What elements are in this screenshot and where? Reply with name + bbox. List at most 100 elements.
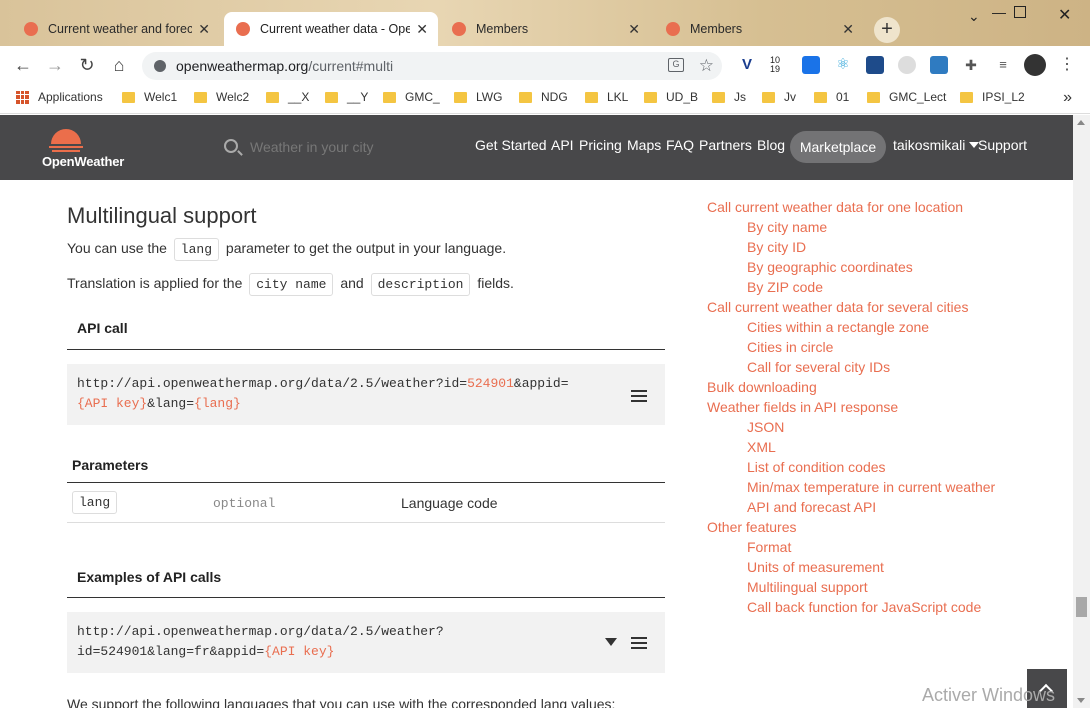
bookmark-folder[interactable]: Welc2 — [194, 90, 249, 104]
bookmark-folder[interactable]: GMC_Lect — [867, 90, 946, 104]
more-bookmarks-icon[interactable]: » — [1063, 89, 1072, 107]
nav-get-started[interactable]: Get Started — [475, 137, 547, 153]
scroll-up-icon[interactable] — [1077, 120, 1085, 125]
bookmark-folder[interactable]: 01 — [814, 90, 849, 104]
openweather-favicon-icon — [24, 22, 38, 36]
browser-tab[interactable]: Current weather and forecast ✕ — [12, 12, 220, 46]
parameters-heading: Parameters — [72, 457, 149, 473]
page-scrollbar[interactable] — [1073, 115, 1090, 708]
nav-api[interactable]: API — [551, 137, 574, 153]
bookmark-folder[interactable]: Js — [712, 90, 746, 104]
folder-icon — [960, 91, 973, 103]
url-text: openweathermap.org/current#multi — [176, 58, 394, 74]
folder-icon — [519, 91, 532, 103]
toc-link[interactable]: Cities within a rectangle zone — [707, 317, 995, 337]
nav-support[interactable]: Support — [978, 137, 1027, 153]
menu-lines-icon[interactable] — [631, 637, 647, 652]
toc-link[interactable]: Format — [707, 537, 995, 557]
toc-link[interactable]: JSON — [707, 417, 995, 437]
bookmark-star-icon[interactable]: ☆ — [699, 56, 714, 76]
back-arrow-icon[interactable]: ← — [12, 54, 34, 76]
profile-avatar[interactable] — [1024, 54, 1046, 76]
close-window-button[interactable]: ✕ — [1058, 5, 1071, 25]
translate-icon[interactable]: G — [668, 58, 684, 72]
toc-link[interactable]: API and forecast API — [707, 497, 995, 517]
bookmark-folder[interactable]: LKL — [585, 90, 628, 104]
toc-link[interactable]: By ZIP code — [707, 277, 995, 297]
toc-link[interactable]: Weather fields in API response — [707, 397, 995, 417]
extension-icon[interactable] — [866, 56, 884, 74]
puzzle-extensions-icon[interactable]: ✚ — [962, 56, 980, 74]
toc-link[interactable]: By geographic coordinates — [707, 257, 995, 277]
scroll-down-icon[interactable] — [1077, 698, 1085, 703]
close-tab-icon[interactable]: ✕ — [628, 21, 640, 38]
toc-link[interactable]: Units of measurement — [707, 557, 995, 577]
address-bar[interactable]: openweathermap.org/current#multi G ☆ — [142, 52, 722, 80]
openweather-logo[interactable]: OpenWeather — [42, 129, 138, 169]
extension-icon[interactable] — [930, 56, 948, 74]
nav-partners[interactable]: Partners — [699, 137, 752, 153]
marketplace-button[interactable]: Marketplace — [790, 131, 886, 163]
reading-list-icon[interactable]: ≡ — [994, 56, 1012, 74]
folder-icon — [194, 91, 207, 103]
browser-menu-icon[interactable]: ⋮ — [1058, 56, 1076, 74]
bookmark-folder[interactable]: UD_B — [644, 90, 698, 104]
toc-link[interactable]: Call for several city IDs — [707, 357, 995, 377]
reload-icon[interactable]: ↻ — [76, 54, 98, 76]
browser-tab-active[interactable]: Current weather data - OpenWeatherMap ✕ — [224, 12, 438, 46]
bookmark-folder[interactable]: NDG — [519, 90, 568, 104]
toc-link[interactable]: XML — [707, 437, 995, 457]
divider — [67, 522, 665, 523]
toc-link[interactable]: Cities in circle — [707, 337, 995, 357]
extension-icon[interactable] — [898, 56, 916, 74]
folder-icon — [814, 91, 827, 103]
bookmark-folder[interactable]: LWG — [454, 90, 502, 104]
expand-triangle-icon[interactable] — [605, 638, 617, 646]
bookmark-folder[interactable]: __Y — [325, 90, 368, 104]
new-tab-button[interactable]: + — [874, 17, 900, 43]
toc-link[interactable]: Multilingual support — [707, 577, 995, 597]
browser-tab[interactable]: Members ✕ — [654, 12, 864, 46]
minimize-button[interactable]: — — [992, 4, 1006, 20]
browser-toolbar: ← → ↻ ⌂ openweathermap.org/current#multi… — [0, 46, 1090, 84]
bookmark-folder[interactable]: Welc1 — [122, 90, 177, 104]
close-tab-icon[interactable]: ✕ — [416, 21, 428, 38]
nav-pricing[interactable]: Pricing — [579, 137, 622, 153]
toc-link[interactable]: Bulk downloading — [707, 377, 995, 397]
close-tab-icon[interactable]: ✕ — [198, 21, 210, 38]
browser-tab[interactable]: Members ✕ — [440, 12, 650, 46]
toc-link[interactable]: By city name — [707, 217, 995, 237]
extension-icon[interactable] — [802, 56, 820, 74]
bookmark-folder[interactable]: GMC_ — [383, 90, 440, 104]
tab-title: Members — [690, 22, 743, 36]
react-devtools-icon[interactable]: ⚛ — [834, 56, 852, 74]
maximize-button[interactable] — [1014, 6, 1026, 18]
home-icon[interactable]: ⌂ — [108, 54, 130, 76]
toc-link[interactable]: Call back function for JavaScript code — [707, 597, 995, 617]
toc-link[interactable]: Other features — [707, 517, 995, 537]
param-required: optional — [213, 496, 276, 511]
toc-link[interactable]: Call current weather data for several ci… — [707, 297, 995, 317]
toc-link[interactable]: Call current weather data for one locati… — [707, 197, 995, 217]
inline-code: city name — [249, 273, 334, 296]
examples-heading: Examples of API calls — [77, 569, 222, 585]
forward-arrow-icon[interactable]: → — [44, 54, 66, 76]
bookmark-folder[interactable]: __X — [266, 90, 309, 104]
city-search-input[interactable] — [250, 137, 450, 157]
calendar-extension-icon[interactable]: 10 19 — [766, 56, 784, 74]
tab-search-icon[interactable]: ⌄ — [968, 8, 980, 25]
toc-link[interactable]: Min/max temperature in current weather — [707, 477, 995, 497]
nav-faq[interactable]: FAQ — [666, 137, 694, 153]
bookmark-folder[interactable]: IPSI_L2 — [960, 90, 1025, 104]
vpn-extension-icon[interactable]: V — [738, 56, 756, 74]
nav-blog[interactable]: Blog — [757, 137, 785, 153]
bookmark-applications[interactable]: Applications — [16, 90, 103, 104]
scrollbar-thumb[interactable] — [1076, 597, 1087, 617]
close-tab-icon[interactable]: ✕ — [842, 21, 854, 38]
toc-link[interactable]: List of condition codes — [707, 457, 995, 477]
menu-lines-icon[interactable] — [631, 390, 647, 405]
toc-link[interactable]: By city ID — [707, 237, 995, 257]
nav-maps[interactable]: Maps — [627, 137, 661, 153]
user-menu[interactable]: taikosmikali — [893, 137, 980, 153]
bookmark-folder[interactable]: Jv — [762, 90, 796, 104]
